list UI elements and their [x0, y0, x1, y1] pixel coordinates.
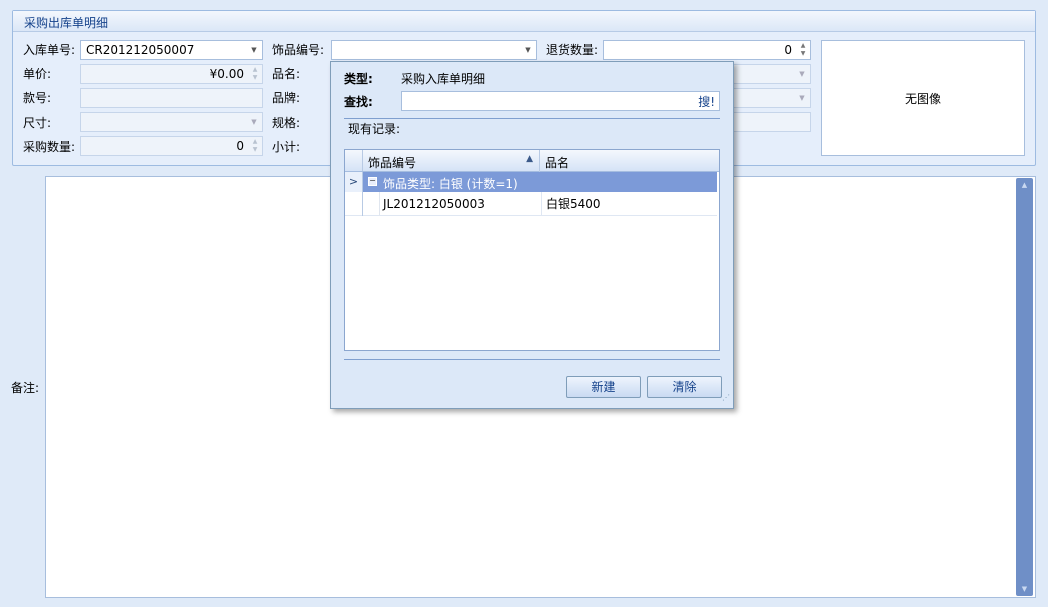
unit-price-label: 单价: [23, 67, 52, 81]
spec-label: 规格: [272, 116, 301, 130]
sort-ascending-icon: ▲ [526, 154, 533, 164]
column-header-name[interactable]: 品名 [541, 150, 719, 172]
type-value: 采购入库单明细 [401, 72, 486, 86]
receipt-no-value: CR201212050007 [86, 43, 195, 57]
chevron-down-icon[interactable]: ▼ [246, 113, 262, 131]
product-name-combobox[interactable]: ▼ [733, 64, 811, 84]
column-header-code-label: 饰品编号 [368, 156, 417, 170]
chevron-down-icon[interactable]: ▼ [520, 41, 536, 59]
search-button[interactable]: 搜! [698, 93, 715, 110]
groupbox-header [13, 11, 1035, 32]
subtotal-label: 小计: [272, 140, 301, 154]
purchase-qty-spinner[interactable]: 0 ▲ ▼ [80, 136, 263, 156]
purchase-qty-value: 0 [236, 139, 244, 153]
separator [344, 118, 720, 119]
type-label: 类型: [344, 72, 373, 86]
chevron-down-icon[interactable]: ▼ [794, 65, 810, 83]
chevron-down-icon[interactable]: ▼ [794, 89, 810, 107]
cell-code: JL201212050003 [383, 197, 485, 211]
jewelry-code-label: 饰品编号: [272, 43, 325, 57]
chevron-right-icon: > [345, 172, 363, 192]
jewelry-code-combobox[interactable]: ▼ [331, 40, 537, 60]
chevron-down-icon[interactable]: ▼ [246, 41, 262, 59]
return-qty-label: 退货数量: [546, 43, 599, 57]
column-header-code[interactable]: 饰品编号 ▲ [364, 150, 540, 172]
size-label: 尺寸: [23, 116, 52, 130]
receipt-no-label: 入库单号: [23, 43, 76, 57]
group-row-text: 饰品类型: 白银 (计数=1) [383, 177, 518, 191]
brand-label: 品牌: [272, 91, 301, 105]
table-row[interactable]: JL201212050003 白银5400 [345, 192, 717, 216]
size-combobox[interactable]: ▼ [80, 112, 263, 132]
column-header-name-label: 品名 [545, 156, 570, 170]
indicator-header [345, 150, 363, 171]
remark-label: 备注: [11, 381, 40, 395]
spin-updown-icon[interactable]: ▲ ▼ [796, 41, 810, 59]
spec-field[interactable] [733, 112, 811, 132]
return-qty-value: 0 [784, 43, 792, 57]
receipt-no-combobox[interactable]: CR201212050007 ▼ [80, 40, 263, 60]
search-input[interactable]: 搜! [401, 91, 720, 111]
separator [344, 359, 720, 360]
unit-price-spinner[interactable]: ¥0.00 ▲ ▼ [80, 64, 263, 84]
records-grid[interactable]: 饰品编号 ▲ 品名 > − 饰品类型: 白银 (计数=1) JL20121205… [344, 149, 720, 351]
grid-header: 饰品编号 ▲ 品名 [345, 150, 719, 172]
product-name-label: 品名: [272, 67, 301, 81]
clear-button[interactable]: 清除 [647, 376, 722, 398]
spin-updown-icon[interactable]: ▲ ▼ [248, 65, 262, 83]
scroll-down-icon[interactable]: ▼ [1016, 582, 1033, 596]
row-indicator [345, 192, 363, 216]
brand-combobox[interactable]: ▼ [733, 88, 811, 108]
cell-name: 白银5400 [541, 192, 601, 216]
style-no-label: 款号: [23, 91, 52, 105]
group-row[interactable]: > − 饰品类型: 白银 (计数=1) [345, 172, 717, 192]
row-indent [364, 192, 380, 216]
search-label: 查找: [344, 95, 373, 109]
records-label: 现有记录: [348, 122, 401, 136]
collapse-minus-icon[interactable]: − [368, 177, 377, 186]
jewelry-lookup-popup: 类型: 采购入库单明细 查找: 搜! 现有记录: 饰品编号 ▲ 品名 > − 饰… [330, 61, 734, 409]
resize-grip-icon[interactable]: ⋰ [720, 394, 730, 405]
no-image-text: 无图像 [904, 91, 941, 106]
remark-scrollbar[interactable]: ▲ ▼ [1016, 178, 1033, 596]
groupbox-title: 采购出库单明细 [24, 16, 109, 30]
unit-price-value: ¥0.00 [209, 67, 244, 81]
scroll-up-icon[interactable]: ▲ [1016, 178, 1033, 192]
product-image: 无图像 [821, 40, 1025, 156]
new-button[interactable]: 新建 [566, 376, 641, 398]
spin-updown-icon[interactable]: ▲ ▼ [248, 137, 262, 155]
return-qty-spinner[interactable]: 0 ▲ ▼ [603, 40, 811, 60]
style-no-field[interactable] [80, 88, 263, 108]
purchase-qty-label: 采购数量: [23, 140, 76, 154]
